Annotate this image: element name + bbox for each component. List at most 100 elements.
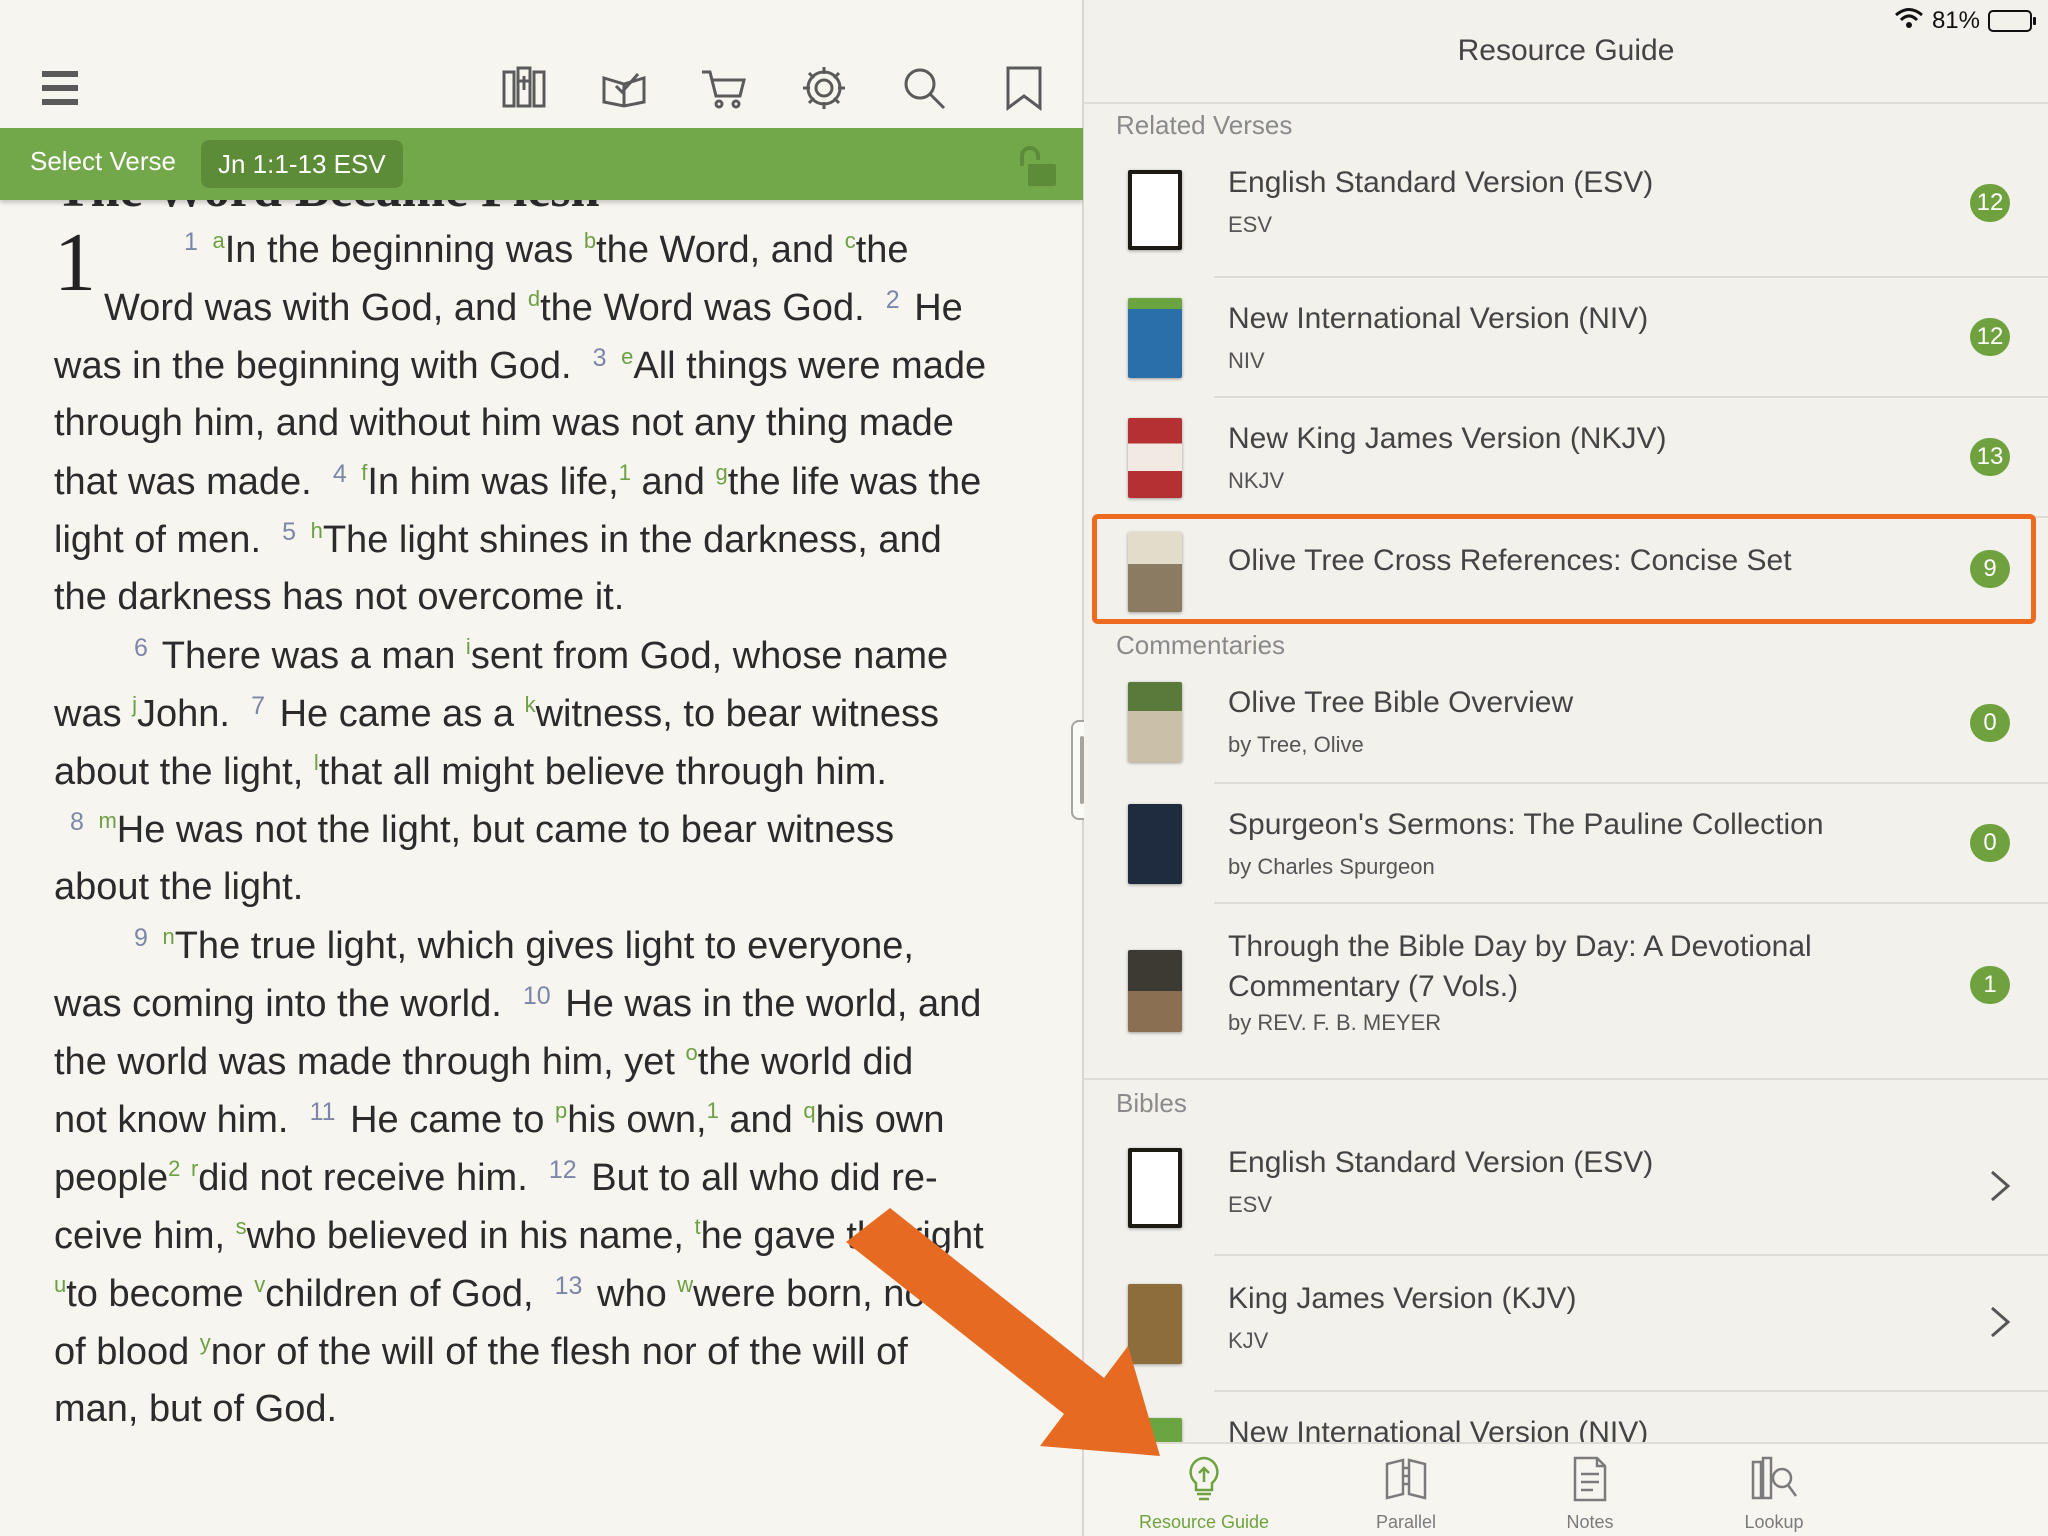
verse-count-badge: 9 [1970, 550, 2010, 588]
tab-parallel[interactable]: Parallel [1306, 1444, 1506, 1536]
verse-count-badge: 1 [1970, 966, 2010, 1004]
verse-count-badge: 12 [1970, 184, 2010, 222]
resource-subtitle: by Tree, Olive [1228, 732, 1364, 757]
notes-icon [1573, 1456, 1607, 1502]
section-header-bibles: Bibles [1116, 1088, 1187, 1118]
status-bar: 81% [1894, 6, 2036, 36]
resource-subtitle: KJV [1228, 1328, 1269, 1353]
verse-line: 8 mHe was not the light, but came to bea… [70, 808, 895, 851]
section-header-commentaries: Commentaries [1116, 630, 1286, 660]
store-cart-icon[interactable] [696, 60, 752, 116]
esv-cover-image [1128, 170, 1182, 250]
verse-line: people2 rdid not receive him. 12 But to … [54, 1156, 938, 1199]
verse-line: about the light, lthat all might believe… [54, 750, 887, 793]
verse-line: man, but of God. [54, 1388, 338, 1430]
spurgeon-cover-image [1128, 804, 1182, 884]
resource-title: Olive Tree Cross References: Concise Set [1228, 544, 1792, 577]
tab-label: Notes [1566, 1512, 1614, 1532]
tab-label: Resource Guide [1138, 1512, 1270, 1532]
verse-line: light of men. 5 hThe light shines in the… [54, 518, 942, 561]
related-verses-item[interactable]: English Standard Version (ESV) ESV 12 [1084, 142, 2048, 278]
bible-item[interactable]: English Standard Version (ESV) ESV [1084, 1120, 2048, 1256]
resource-title: New International Version (NIV) [1228, 302, 1649, 335]
verse-line: of blood ynor of the will of the flesh n… [54, 1330, 908, 1373]
parallel-books-icon [1385, 1458, 1427, 1500]
related-verses-item[interactable]: New International Version (NIV) NIV 12 [1084, 278, 2048, 398]
unlock-icon[interactable] [1012, 144, 1060, 188]
resource-subtitle: NIV [1228, 348, 1265, 373]
verse-selection-bar: Select Verse Jn 1:1-13 ESV [0, 128, 1083, 200]
wifi-icon [1894, 7, 1924, 36]
verse-line: was in the beginning with God. 3 eAll th… [54, 344, 987, 387]
resource-subtitle: ESV [1228, 1192, 1273, 1217]
related-verses-item[interactable]: New King James Version (NKJV) NKJV 13 [1084, 398, 2048, 518]
verse-line: through him, and without him was not any… [54, 402, 954, 444]
chapter-number: 1 [54, 216, 96, 309]
verse-line: 9 nThe true light, which gives light to … [134, 924, 914, 967]
lookup-icon [1751, 1456, 1798, 1500]
resource-subtitle: NKJV [1228, 468, 1285, 493]
passage-reference-button[interactable]: Jn 1:1-13 ESV [201, 140, 403, 188]
verse-count-badge: 0 [1970, 824, 2010, 862]
select-verse-button[interactable]: Select Verse [30, 146, 176, 177]
verse-line: was coming into the world. 10 He was in … [54, 982, 982, 1025]
verse-line: not know him. 11 He came to phis own,1 a… [54, 1098, 945, 1141]
library-icon[interactable] [496, 60, 552, 116]
esv-cover-image [1128, 1148, 1182, 1228]
resource-subtitle: by Charles Spurgeon [1228, 854, 1435, 879]
verse-count-badge: 13 [1970, 438, 2010, 476]
resource-title: Spurgeon's Sermons: The Pauline Collecti… [1228, 808, 1824, 841]
tab-lookup[interactable]: Lookup [1674, 1444, 1874, 1536]
verse-count-badge: 12 [1970, 318, 2010, 356]
bible-item[interactable]: King James Version (KJV) KJV [1084, 1256, 2048, 1392]
commentary-item[interactable]: Through the Bible Day by Day: A Devotion… [1084, 904, 2048, 1080]
bible-overview-cover-image [1128, 682, 1182, 762]
resource-title: New King James Version (NKJV) [1228, 422, 1667, 455]
resource-subtitle: by REV. F. B. MEYER [1228, 1010, 1442, 1035]
verse-line: the world was made through him, yet othe… [54, 1040, 914, 1083]
bible-reader-pane: The Word Became Flesh 1 1 aIn the beginn… [0, 0, 1083, 1536]
kjv-cover-image [1128, 1284, 1182, 1364]
verse-line: was jJohn. 7 He came as a kwitness, to b… [54, 692, 939, 735]
section-divider [1084, 1078, 2048, 1080]
commentary-item[interactable]: Spurgeon's Sermons: The Pauline Collecti… [1084, 784, 2048, 904]
tab-label: Lookup [1744, 1512, 1804, 1532]
resource-subtitle: ESV [1228, 212, 1273, 237]
bookmark-icon[interactable] [996, 60, 1052, 116]
niv-cover-image [1128, 298, 1182, 378]
lightbulb-icon [1189, 1456, 1219, 1501]
verse-line: the darkness has not overcome it. [54, 576, 625, 618]
resource-title: English Standard Version (ESV) [1228, 166, 1654, 199]
commentary-item[interactable]: Olive Tree Bible Overview by Tree, Olive… [1084, 662, 2048, 784]
bible-passage[interactable]: The Word Became Flesh 1 1 aIn the beginn… [0, 160, 1083, 1536]
battery-percentage: 81% [1931, 7, 1980, 34]
resource-title: Olive Tree Bible Overview [1228, 686, 1574, 719]
reader-toolbar [0, 40, 1083, 128]
section-header-related-verses: Related Verses [1116, 110, 1293, 140]
resource-guide-pane: 81% Resource Guide Related Verses Englis… [1084, 0, 2048, 1536]
resource-title: Commentary (7 Vols.) [1228, 970, 1519, 1003]
nkjv-cover-image [1128, 418, 1182, 498]
verse-line: uto become vchildren of God, 13 who wwer… [54, 1272, 937, 1315]
divider [1084, 102, 2048, 104]
search-icon[interactable] [896, 60, 952, 116]
verse-line: 1 aIn the beginning was bthe Word, and c… [184, 228, 909, 271]
tab-notes[interactable]: Notes [1490, 1444, 1690, 1536]
related-verses-item-cross-references[interactable]: Olive Tree Cross References: Concise Set… [1084, 518, 2048, 628]
chevron-right-icon [1988, 1168, 2012, 1204]
verse-count-badge: 0 [1970, 704, 2010, 742]
verse-line: Word was with God, and dthe Word was God… [104, 286, 963, 329]
reading-plan-icon[interactable] [596, 60, 652, 116]
resource-guide-title: Resource Guide [1457, 34, 1675, 67]
bottom-tab-bar: Resource Guide Parallel Notes Lookup [1084, 1442, 2048, 1536]
chevron-right-icon [1988, 1304, 2012, 1340]
cross-references-cover-image [1128, 532, 1182, 612]
tab-label: Parallel [1375, 1512, 1437, 1532]
tab-resource-guide[interactable]: Resource Guide [1104, 1444, 1304, 1536]
verse-line: about the light. [54, 866, 304, 908]
through-the-bible-cover-image [1128, 950, 1182, 1032]
resource-title: Through the Bible Day by Day: A Devotion… [1228, 930, 1812, 963]
verse-line: that was made. 4 fIn him was life,1 and … [54, 460, 982, 503]
menu-icon[interactable] [32, 60, 88, 116]
settings-gear-icon[interactable] [796, 60, 852, 116]
